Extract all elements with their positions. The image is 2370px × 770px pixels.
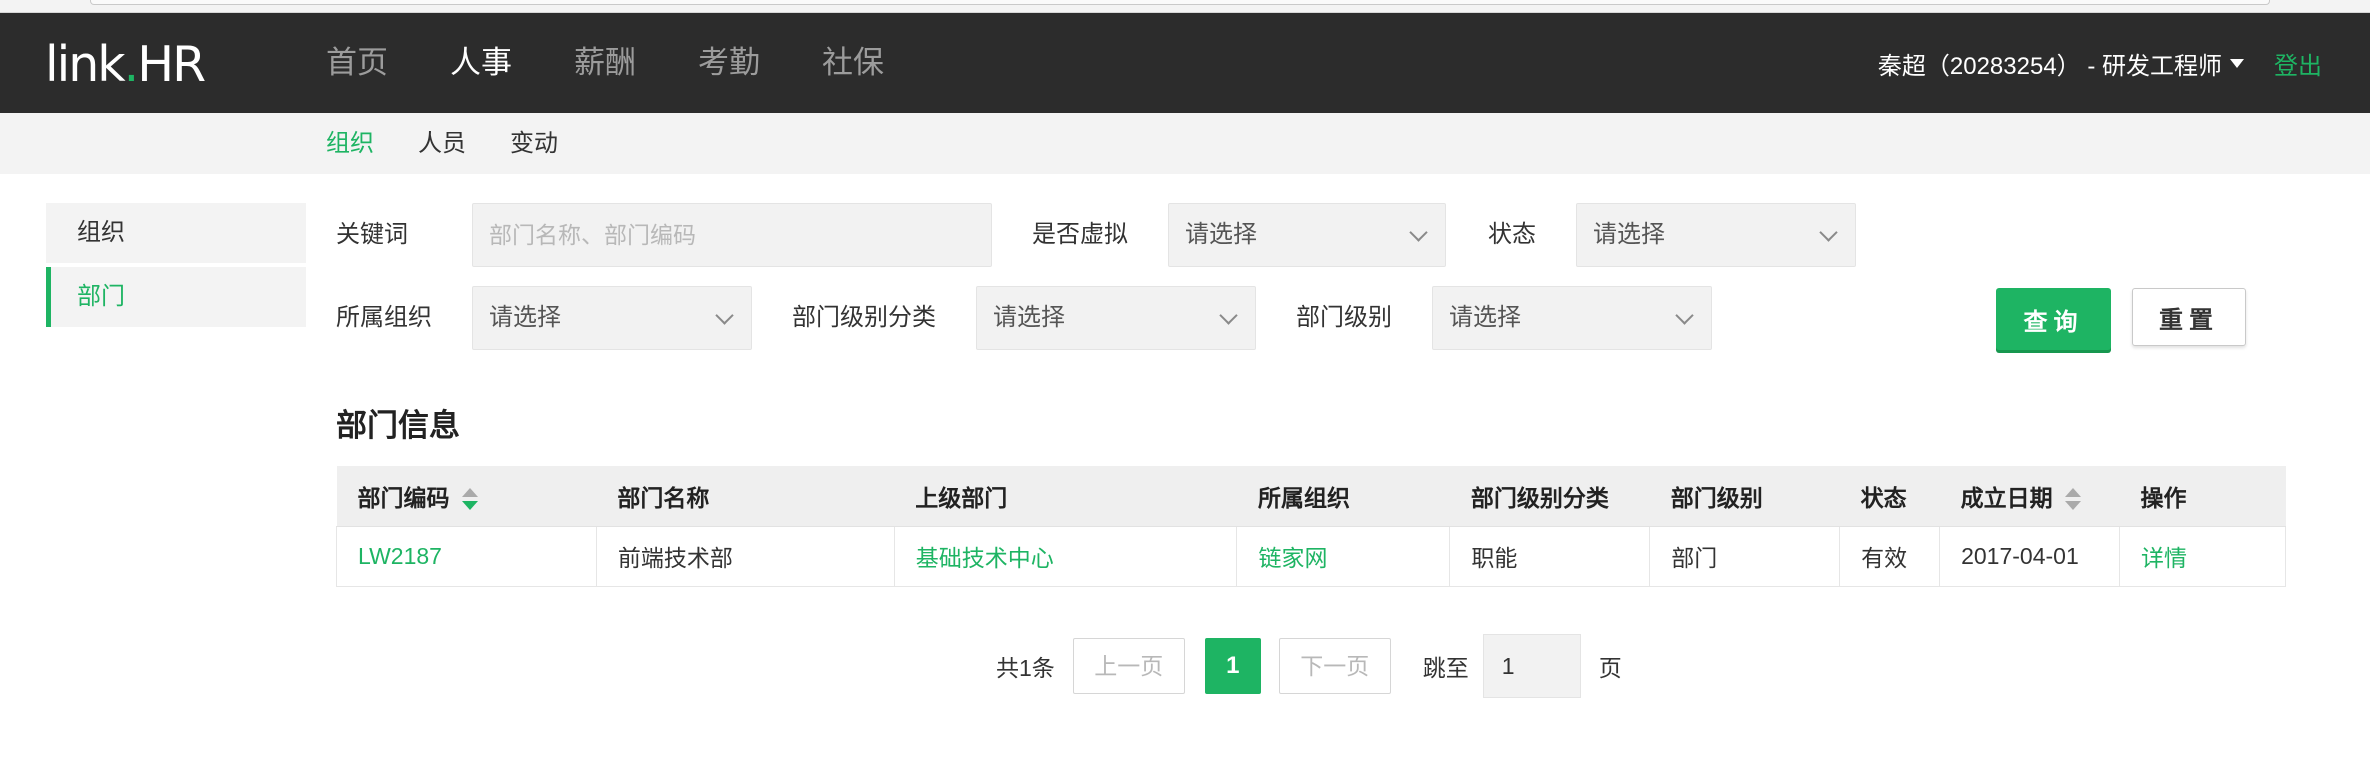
nav-item-attendance[interactable]: 考勤 [698, 13, 760, 113]
app-logo[interactable]: link.HR [45, 35, 206, 95]
col-header-level-category: 部门级别分类 [1449, 466, 1650, 527]
browser-chrome-edge [0, 0, 2370, 13]
user-menu: 秦超（20283254） - 研发工程师 登出 [1878, 13, 2322, 113]
reset-button[interactable]: 重置 [2132, 288, 2246, 346]
query-button[interactable]: 查询 [1996, 288, 2111, 350]
logo-dot: . [123, 36, 140, 93]
nav-item-personnel[interactable]: 人事 [450, 13, 512, 113]
col-header-code[interactable]: 部门编码 [336, 466, 597, 527]
sort-icon[interactable] [2064, 487, 2081, 512]
cell-parent-link[interactable]: 基础技术中心 [893, 525, 1238, 587]
chevron-down-icon [1409, 223, 1428, 242]
org-select-value: 请选择 [489, 304, 561, 331]
sub-navigation: 组织 人员 变动 [0, 113, 2370, 174]
level-category-select-value: 请选择 [993, 304, 1065, 331]
org-select[interactable]: 请选择 [472, 286, 752, 350]
main-nav: 首页 人事 薪酬 考勤 社保 [326, 13, 946, 113]
cell-code-link[interactable]: LW2187 [336, 525, 597, 587]
pagination: 共1条 上一页 1 下一页 跳至 页 [996, 634, 1622, 698]
table-header-row: 部门编码 部门名称 上级部门 所属组织 部门级别分类 部门级别 状态 成立日期 … [336, 466, 2286, 527]
subnav-item-changes[interactable]: 变动 [510, 113, 558, 174]
section-title: 部门信息 [336, 408, 460, 443]
chevron-down-icon [1675, 306, 1694, 325]
virtual-select[interactable]: 请选择 [1168, 203, 1446, 267]
cell-level-category: 职能 [1449, 525, 1651, 587]
cell-established: 2017-04-01 [1939, 525, 2121, 587]
col-header-org: 所属组织 [1236, 466, 1450, 527]
chevron-down-icon [1219, 306, 1238, 325]
top-navigation-bar: link.HR 首页 人事 薪酬 考勤 社保 秦超（20283254） - 研发… [0, 13, 2370, 113]
col-header-level: 部门级别 [1649, 466, 1840, 527]
sidebar-item-department[interactable]: 部门 [46, 267, 306, 327]
level-category-label: 部门级别分类 [792, 304, 936, 331]
subnav-item-staff[interactable]: 人员 [418, 113, 466, 174]
logo-text-link: link [45, 36, 126, 93]
virtual-label: 是否虚拟 [1032, 221, 1128, 248]
page-suffix: 页 [1598, 655, 1622, 681]
col-header-action: 操作 [2119, 466, 2286, 527]
sidebar-item-organization[interactable]: 组织 [46, 203, 306, 263]
status-select[interactable]: 请选择 [1576, 203, 1856, 267]
logout-link[interactable]: 登出 [2274, 46, 2322, 81]
chevron-down-icon [715, 306, 734, 325]
virtual-select-value: 请选择 [1185, 221, 1257, 248]
org-label: 所属组织 [336, 304, 432, 331]
table-row: LW2187 前端技术部 基础技术中心 链家网 职能 部门 有效 2017-04… [336, 525, 2286, 587]
col-header-established[interactable]: 成立日期 [1939, 466, 2120, 527]
level-label: 部门级别 [1296, 304, 1392, 331]
logo-text-hr: HR [137, 36, 206, 93]
nav-item-social-security[interactable]: 社保 [822, 13, 884, 113]
col-header-parent: 上级部门 [894, 466, 1237, 527]
subnav-item-organization[interactable]: 组织 [326, 113, 374, 174]
cell-status: 有效 [1839, 525, 1941, 587]
sidebar: 组织 部门 [46, 203, 306, 331]
prev-page-button[interactable]: 上一页 [1072, 638, 1185, 694]
keyword-label: 关键词 [336, 221, 408, 248]
detail-link[interactable]: 详情 [2119, 525, 2286, 587]
level-select-value: 请选择 [1449, 304, 1521, 331]
nav-item-salary[interactable]: 薪酬 [574, 13, 636, 113]
jump-label: 跳至 [1422, 655, 1469, 681]
col-header-status: 状态 [1839, 466, 1940, 527]
caret-down-icon[interactable] [2230, 58, 2244, 68]
cell-name: 前端技术部 [595, 525, 895, 587]
department-table: 部门编码 部门名称 上级部门 所属组织 部门级别分类 部门级别 状态 成立日期 … [336, 466, 2286, 587]
status-label: 状态 [1488, 221, 1536, 248]
user-name-role[interactable]: 秦超（20283254） - 研发工程师 [1878, 46, 2222, 81]
status-select-value: 请选择 [1593, 221, 1665, 248]
keyword-input[interactable] [472, 203, 992, 267]
col-header-name: 部门名称 [596, 466, 895, 527]
total-count: 共1条 [996, 655, 1055, 681]
next-page-button[interactable]: 下一页 [1278, 638, 1391, 694]
browser-address-edge [90, 0, 2270, 5]
col-header-code-label: 部门编码 [357, 484, 450, 511]
level-category-select[interactable]: 请选择 [976, 286, 1256, 350]
col-header-established-label: 成立日期 [1960, 484, 2053, 511]
chevron-down-icon [1819, 223, 1838, 242]
sort-icon[interactable] [461, 487, 478, 512]
jump-page-input[interactable] [1482, 634, 1581, 698]
level-select[interactable]: 请选择 [1432, 286, 1712, 350]
nav-item-home[interactable]: 首页 [326, 13, 388, 113]
cell-org-link[interactable]: 链家网 [1236, 525, 1451, 587]
cell-level: 部门 [1649, 525, 1841, 587]
page-number-current[interactable]: 1 [1204, 638, 1261, 694]
